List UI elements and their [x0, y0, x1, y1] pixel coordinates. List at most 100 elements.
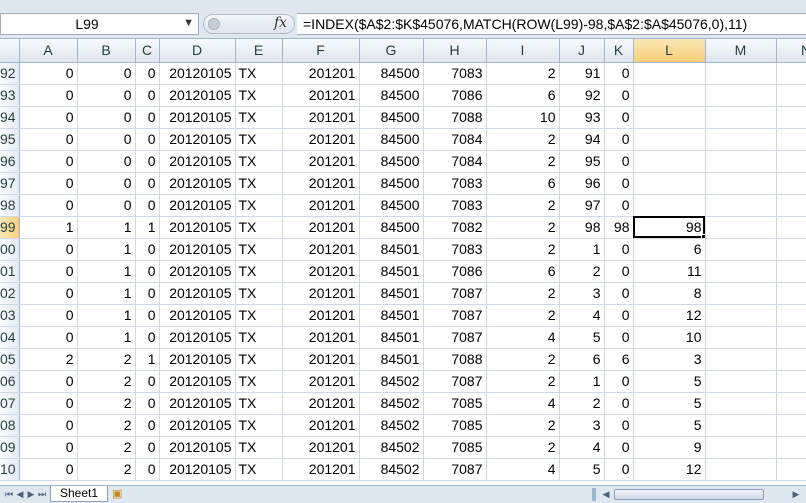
grid-cell[interactable]: [776, 414, 806, 437]
grid-cell[interactable]: 7087: [423, 370, 487, 393]
grid-cell[interactable]: [776, 106, 806, 129]
last-sheet-icon[interactable]: ⏭: [37, 488, 47, 500]
row-header[interactable]: 04: [0, 326, 20, 349]
grid-cell[interactable]: 7087: [423, 458, 487, 481]
grid-cell[interactable]: 7088: [423, 348, 487, 371]
grid-cell[interactable]: [705, 436, 777, 459]
grid-cell[interactable]: 201201: [282, 84, 360, 107]
grid-cell[interactable]: 201201: [282, 128, 360, 151]
column-header-a[interactable]: A: [19, 39, 78, 63]
grid-cell[interactable]: 0: [135, 282, 160, 305]
grid-cell[interactable]: 0: [135, 128, 160, 151]
grid-cell[interactable]: [705, 304, 777, 327]
grid-cell[interactable]: 0: [604, 370, 634, 393]
grid-cell[interactable]: 0: [77, 172, 136, 195]
grid-cell[interactable]: 84500: [359, 84, 424, 107]
grid-cell[interactable]: [633, 106, 706, 129]
grid-cell[interactable]: 0: [19, 84, 78, 107]
grid-cell[interactable]: 2: [486, 304, 560, 327]
grid-cell[interactable]: 0: [77, 150, 136, 173]
grid-cell[interactable]: 1: [19, 216, 78, 239]
grid-cell[interactable]: TX: [235, 458, 283, 481]
grid-cell[interactable]: 7085: [423, 414, 487, 437]
grid-cell[interactable]: 0: [135, 194, 160, 217]
grid-cell[interactable]: TX: [235, 194, 283, 217]
grid-cell[interactable]: 1: [77, 216, 136, 239]
grid-cell[interactable]: [776, 392, 806, 415]
grid-cell[interactable]: 7084: [423, 150, 487, 173]
grid-cell[interactable]: 84502: [359, 414, 424, 437]
row-header[interactable]: 09: [0, 436, 20, 459]
grid-cell[interactable]: 1: [559, 370, 605, 393]
grid-cell[interactable]: 84500: [359, 106, 424, 129]
sheet-tab[interactable]: Sheet1: [50, 486, 108, 502]
row-header[interactable]: 94: [0, 106, 20, 129]
grid-cell[interactable]: [705, 348, 777, 371]
grid-cell[interactable]: 84500: [359, 128, 424, 151]
grid-cell[interactable]: [776, 128, 806, 151]
grid-cell[interactable]: 6: [486, 260, 560, 283]
grid-cell[interactable]: 0: [604, 194, 634, 217]
grid-cell[interactable]: 2: [486, 348, 560, 371]
grid-cell[interactable]: TX: [235, 370, 283, 393]
grid-cell[interactable]: [705, 392, 777, 415]
grid-cell[interactable]: 98: [604, 216, 634, 239]
row-header[interactable]: 03: [0, 304, 20, 327]
grid-cell[interactable]: [776, 238, 806, 261]
grid-cell[interactable]: 0: [604, 150, 634, 173]
grid-cell[interactable]: 6: [633, 238, 706, 261]
grid-cell[interactable]: 84501: [359, 348, 424, 371]
grid-cell[interactable]: 2: [486, 150, 560, 173]
grid-cell[interactable]: [705, 282, 777, 305]
grid-cell[interactable]: 20120105: [159, 216, 236, 239]
prev-sheet-icon[interactable]: ◀: [15, 488, 25, 500]
grid-cell[interactable]: [776, 304, 806, 327]
fill-handle[interactable]: [700, 233, 704, 237]
grid-cell[interactable]: [633, 172, 706, 195]
grid-cell[interactable]: 3: [559, 414, 605, 437]
grid-cell[interactable]: 201201: [282, 216, 360, 239]
grid-cell[interactable]: 1: [77, 326, 136, 349]
select-all-corner[interactable]: [0, 39, 20, 63]
grid-cell[interactable]: 1: [77, 282, 136, 305]
grid-cell[interactable]: 0: [135, 150, 160, 173]
grid-cell[interactable]: 3: [633, 348, 706, 371]
column-header-c[interactable]: C: [135, 39, 160, 63]
grid-cell[interactable]: 6: [486, 84, 560, 107]
grid-cell[interactable]: [633, 128, 706, 151]
grid-cell[interactable]: 20120105: [159, 128, 236, 151]
grid-cell[interactable]: 2: [486, 128, 560, 151]
grid-cell[interactable]: TX: [235, 106, 283, 129]
grid-cell[interactable]: 0: [604, 414, 634, 437]
grid-cell[interactable]: 20120105: [159, 62, 236, 85]
grid-cell[interactable]: 0: [19, 392, 78, 415]
scroll-left-icon[interactable]: ◀: [600, 487, 612, 502]
grid-cell[interactable]: 0: [77, 128, 136, 151]
grid-cell[interactable]: 0: [604, 172, 634, 195]
grid-cell[interactable]: 0: [604, 282, 634, 305]
grid-cell[interactable]: 5: [633, 414, 706, 437]
grid-cell[interactable]: 84501: [359, 238, 424, 261]
grid-cell[interactable]: 0: [19, 150, 78, 173]
grid-cell[interactable]: 201201: [282, 238, 360, 261]
grid-cell[interactable]: 201201: [282, 282, 360, 305]
grid-cell[interactable]: 7083: [423, 238, 487, 261]
grid-cell[interactable]: 4: [486, 326, 560, 349]
grid-cell[interactable]: [776, 260, 806, 283]
grid-cell[interactable]: [705, 238, 777, 261]
grid-cell[interactable]: 5: [559, 458, 605, 481]
grid-cell[interactable]: 12: [633, 304, 706, 327]
grid-cell[interactable]: 84501: [359, 260, 424, 283]
grid-cell[interactable]: 2: [19, 348, 78, 371]
grid-cell[interactable]: 84500: [359, 172, 424, 195]
grid-cell[interactable]: TX: [235, 216, 283, 239]
row-header[interactable]: 93: [0, 84, 20, 107]
grid-cell[interactable]: 7086: [423, 84, 487, 107]
grid-cell[interactable]: 20120105: [159, 282, 236, 305]
row-header[interactable]: 98: [0, 194, 20, 217]
grid-cell[interactable]: 0: [19, 128, 78, 151]
grid-cell[interactable]: [705, 458, 777, 481]
grid-cell[interactable]: [776, 282, 806, 305]
column-header-g[interactable]: G: [359, 39, 424, 63]
grid-cell[interactable]: 0: [135, 392, 160, 415]
